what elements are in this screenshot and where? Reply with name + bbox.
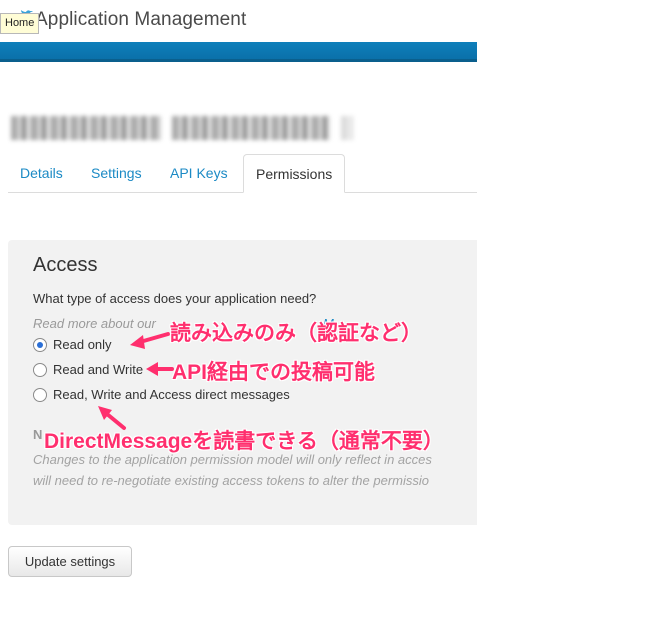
tab-settings[interactable]: Settings: [91, 154, 142, 192]
tab-api-keys[interactable]: API Keys: [170, 154, 228, 192]
radio-button[interactable]: [33, 388, 47, 402]
annotation-read-only: 読み込みのみ（認証など）: [170, 322, 422, 345]
annotation-direct-message: DirectMessageを読書できる（通常不要）: [44, 430, 444, 453]
header-bar: [0, 42, 477, 62]
access-title: Access: [33, 254, 98, 276]
app-title: Application Management: [35, 9, 247, 30]
radio-button[interactable]: [33, 338, 47, 352]
access-question: What type of access does your applicatio…: [33, 291, 317, 306]
blurred-app-name: [341, 116, 353, 140]
update-settings-button[interactable]: Update settings: [8, 546, 132, 577]
annotation-read-write: API経由での投稿可能: [172, 361, 376, 384]
option-label: Read and Write: [53, 362, 144, 377]
read-more-text: Read more about our: [33, 316, 156, 331]
blurred-app-name: [11, 116, 161, 140]
tab-permissions[interactable]: Permissions: [243, 154, 346, 193]
app-header: Application Management: [0, 0, 477, 42]
home-tooltip: Home: [0, 13, 40, 34]
blurred-app-name: [172, 116, 330, 140]
note-heading: N: [33, 427, 43, 442]
option-label: Read only: [53, 337, 112, 352]
radio-button[interactable]: [33, 363, 47, 377]
option-label: Read, Write and Access direct messages: [53, 387, 290, 402]
tab-bar: Details Settings API Keys Permissions: [8, 154, 477, 193]
note-line: will need to re-negotiate existing acces…: [33, 473, 429, 488]
tab-details[interactable]: Details: [20, 154, 63, 192]
